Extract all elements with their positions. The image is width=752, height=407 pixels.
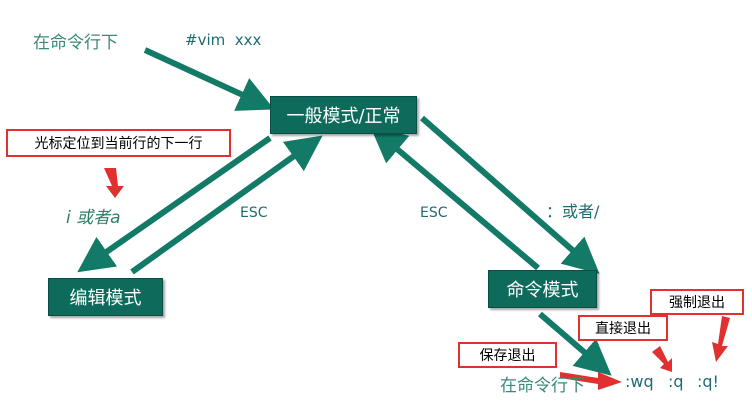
normal-mode-label: 一般模式/正常 bbox=[286, 106, 401, 127]
force-exit-box: 强制退出 bbox=[650, 289, 744, 315]
q-bang-command: :q! bbox=[697, 372, 719, 391]
direct-exit-label: 直接退出 bbox=[595, 321, 651, 337]
colon-or-slash-label: ：或者/ bbox=[546, 202, 600, 221]
vim-command-label: #vim xxx bbox=[185, 31, 262, 49]
end-cmd-line-label: 在命令行下 bbox=[500, 376, 585, 396]
red-arrow-force-exit bbox=[712, 316, 730, 362]
red-arrow-direct-exit bbox=[652, 346, 672, 372]
edit-mode-box: 编辑模式 bbox=[48, 278, 163, 316]
esc-right-label: ESC bbox=[420, 205, 448, 221]
i-or-a-label: i 或者a bbox=[66, 208, 121, 228]
command-mode-label: 命令模式 bbox=[506, 280, 579, 301]
save-exit-box: 保存退出 bbox=[458, 342, 557, 368]
q-command: :q bbox=[668, 372, 684, 391]
start-cmd-line-label: 在命令行下 bbox=[33, 33, 118, 53]
wq-command: :wq bbox=[625, 372, 654, 391]
direct-exit-box: 直接退出 bbox=[578, 315, 668, 341]
arrow-edit-to-normal bbox=[130, 135, 323, 275]
force-exit-label: 强制退出 bbox=[669, 295, 725, 311]
red-arrow-cursor-note bbox=[104, 168, 124, 198]
arrow-start-to-normal bbox=[143, 47, 275, 111]
cursor-note-label: 光标定位到当前行的下一行 bbox=[34, 136, 203, 152]
cursor-note-box: 光标定位到当前行的下一行 bbox=[6, 129, 231, 157]
esc-left-label: ESC bbox=[240, 205, 268, 221]
normal-mode-box: 一般模式/正常 bbox=[270, 96, 417, 134]
edit-mode-label: 编辑模式 bbox=[69, 288, 142, 309]
command-mode-box: 命令模式 bbox=[488, 270, 597, 308]
save-exit-label: 保存退出 bbox=[479, 348, 536, 364]
